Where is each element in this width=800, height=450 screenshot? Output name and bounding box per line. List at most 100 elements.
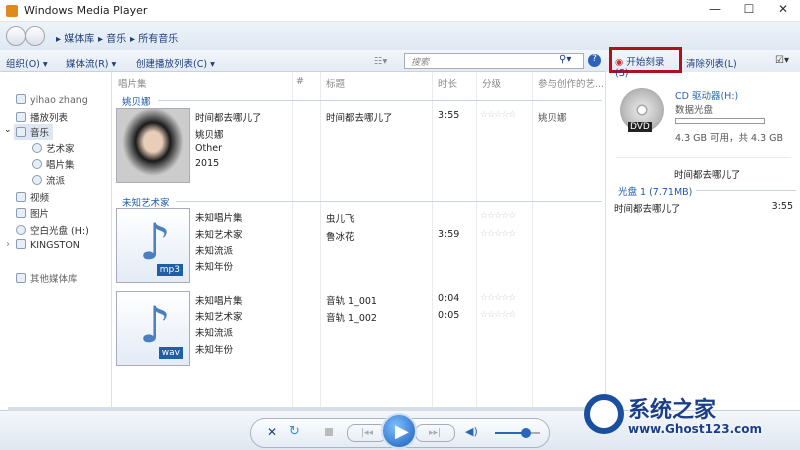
volume-slider[interactable]	[495, 428, 540, 438]
column-duration[interactable]: 时长	[438, 76, 457, 90]
breadcrumb-library[interactable]: ▸ 媒体库	[56, 30, 94, 45]
picture-icon	[16, 208, 26, 218]
sidebar-item-blank-disc[interactable]: 空白光盘 (H:)	[16, 223, 89, 237]
track-title: 时间都去哪儿了	[326, 113, 393, 124]
track-title: 音轨 1_002	[326, 313, 377, 324]
breadcrumb-music[interactable]: ▸ 音乐	[98, 30, 126, 45]
help-icon[interactable]: ?	[588, 54, 601, 67]
album-info: 未知年份	[195, 262, 234, 273]
capacity-bar	[675, 118, 765, 124]
album-art-photo[interactable]	[116, 108, 190, 183]
stream-menu[interactable]: 媒体流(R) ▾	[66, 56, 116, 70]
sidebar-other-libraries[interactable]: 其他媒体库	[16, 271, 78, 285]
album-info: 姚贝娜	[195, 130, 224, 141]
sidebar-item-artist[interactable]: 艺术家	[32, 141, 75, 155]
burn-options-icon[interactable]: ☑▾	[775, 55, 789, 66]
sidebar-item-playlists[interactable]: 播放列表	[16, 110, 68, 124]
rating-stars[interactable]: ☆☆☆☆☆	[480, 110, 516, 120]
volume-thumb[interactable]	[521, 428, 531, 438]
clear-list-button[interactable]: 清除列表(L)	[686, 56, 737, 70]
column-contributing-artist[interactable]: 参与创作的艺...	[538, 76, 604, 90]
table-row[interactable]: 音轨 1_002 0:05 ☆☆☆☆☆	[322, 308, 602, 324]
sidebar-item-pictures[interactable]: 图片	[16, 206, 49, 220]
repeat-icon[interactable]: ↻	[289, 424, 300, 439]
minimize-button[interactable]: —	[700, 2, 730, 20]
sidebar-item-video[interactable]: 视频	[16, 190, 49, 204]
album-info: 2015	[195, 158, 220, 169]
table-row[interactable]: 虫儿飞 ☆☆☆☆☆	[322, 209, 602, 225]
search-icon[interactable]: ⚲▾	[559, 54, 571, 65]
dvd-label: DVD	[628, 122, 652, 132]
album-info: 未知唱片集	[195, 213, 243, 224]
burn-item-title: 时间都去哪儿了	[614, 204, 681, 215]
navigation-pane: yihao zhang 播放列表 音乐 ⌄ 艺术家 唱片集 流派 视频 图片 空…	[0, 72, 112, 410]
rating-stars[interactable]: ☆☆☆☆☆	[480, 211, 516, 221]
disc-header: 光盘 1 (7.71MB)	[618, 187, 693, 198]
view-options-icon[interactable]: ☷▾	[374, 56, 387, 67]
watermark-emblem	[584, 394, 624, 434]
track-duration: 0:05	[438, 310, 460, 321]
music-note-icon: ♪	[139, 213, 171, 271]
search-input[interactable]: 搜索	[404, 53, 584, 69]
maximize-button[interactable]: ☐	[734, 2, 764, 20]
other-libraries-icon	[16, 273, 26, 283]
breadcrumb-all-music[interactable]: ▸ 所有音乐	[130, 30, 178, 45]
disc-icon	[16, 225, 26, 235]
usb-icon	[16, 239, 26, 249]
track-title: 虫儿飞	[326, 214, 355, 225]
navigation-bar: ▸ 媒体库 ▸ 音乐 ▸ 所有音乐 播放 刻录 同步	[0, 22, 800, 71]
track-duration: 3:59	[438, 229, 460, 240]
sidebar-item-genre[interactable]: 流派	[32, 173, 65, 187]
genre-icon	[32, 175, 42, 185]
rating-stars[interactable]: ☆☆☆☆☆	[480, 293, 516, 303]
album-art-wav[interactable]: ♪ wav	[116, 291, 190, 366]
sidebar-item-user[interactable]: yihao zhang	[16, 94, 88, 106]
start-burn-button[interactable]: ◉ 开始刻录(S)	[609, 47, 682, 79]
drive-name[interactable]: CD 驱动器(H:)	[675, 88, 738, 102]
playlist-icon	[16, 112, 26, 122]
rating-stars[interactable]: ☆☆☆☆☆	[480, 229, 516, 239]
expand-chevron-icon[interactable]: ⌄	[4, 125, 12, 135]
sidebar-item-kingston[interactable]: KINGSTON	[16, 239, 80, 251]
track-title: 音轨 1_001	[326, 296, 377, 307]
watermark-logo: 系统之家 www.Ghost123.com	[582, 388, 800, 450]
album-art-mp3[interactable]: ♪ mp3	[116, 208, 190, 283]
column-divider	[292, 72, 293, 410]
column-title[interactable]: 标题	[326, 76, 345, 90]
table-row[interactable]: 鲁冰花 3:59 ☆☆☆☆☆	[322, 227, 602, 243]
column-number[interactable]: #	[296, 76, 304, 87]
column-rating[interactable]: 分级	[482, 76, 501, 90]
track-duration: 0:04	[438, 293, 460, 304]
wmp-logo-icon	[6, 5, 18, 17]
back-button[interactable]	[6, 26, 26, 46]
music-note-icon: ♪	[139, 296, 171, 354]
close-button[interactable]: ✕	[768, 2, 798, 20]
user-icon	[16, 94, 26, 104]
sidebar-item-album[interactable]: 唱片集	[32, 157, 75, 171]
album-info: 未知艺术家	[195, 312, 243, 323]
album-info: 未知流派	[195, 246, 234, 257]
sidebar-item-music[interactable]: 音乐	[14, 124, 54, 140]
organize-menu[interactable]: 组织(O) ▾	[6, 56, 48, 70]
rating-stars[interactable]: ☆☆☆☆☆	[480, 310, 516, 320]
create-playlist-menu[interactable]: 创建播放列表(C) ▾	[136, 56, 215, 70]
burn-list-item[interactable]: 时间都去哪儿了 3:55	[612, 200, 797, 215]
burn-list-title[interactable]: 时间都去哪儿了	[674, 167, 741, 181]
play-button[interactable]: ▶	[381, 413, 417, 449]
seek-bar[interactable]	[8, 407, 603, 411]
group-divider	[158, 100, 602, 101]
volume-icon[interactable]: ◀)	[465, 425, 478, 438]
window-title: Windows Media Player	[24, 4, 148, 17]
table-row[interactable]: 时间都去哪儿了 3:55 ☆☆☆☆☆ 姚贝娜	[322, 108, 602, 124]
music-icon	[16, 127, 26, 137]
column-album[interactable]: 唱片集	[118, 76, 147, 90]
collapse-chevron-icon[interactable]: ›	[6, 239, 10, 250]
shuffle-icon[interactable]: ✕	[267, 425, 277, 439]
disc-type: 数据光盘	[675, 105, 714, 116]
next-button[interactable]: ▸▸|	[415, 424, 455, 442]
group-header: 姚贝娜	[122, 97, 151, 108]
forward-button[interactable]	[25, 26, 45, 46]
table-row[interactable]: 音轨 1_001 0:04 ☆☆☆☆☆	[322, 291, 602, 307]
album-info: 未知流派	[195, 328, 234, 339]
stop-icon[interactable]	[325, 428, 333, 436]
